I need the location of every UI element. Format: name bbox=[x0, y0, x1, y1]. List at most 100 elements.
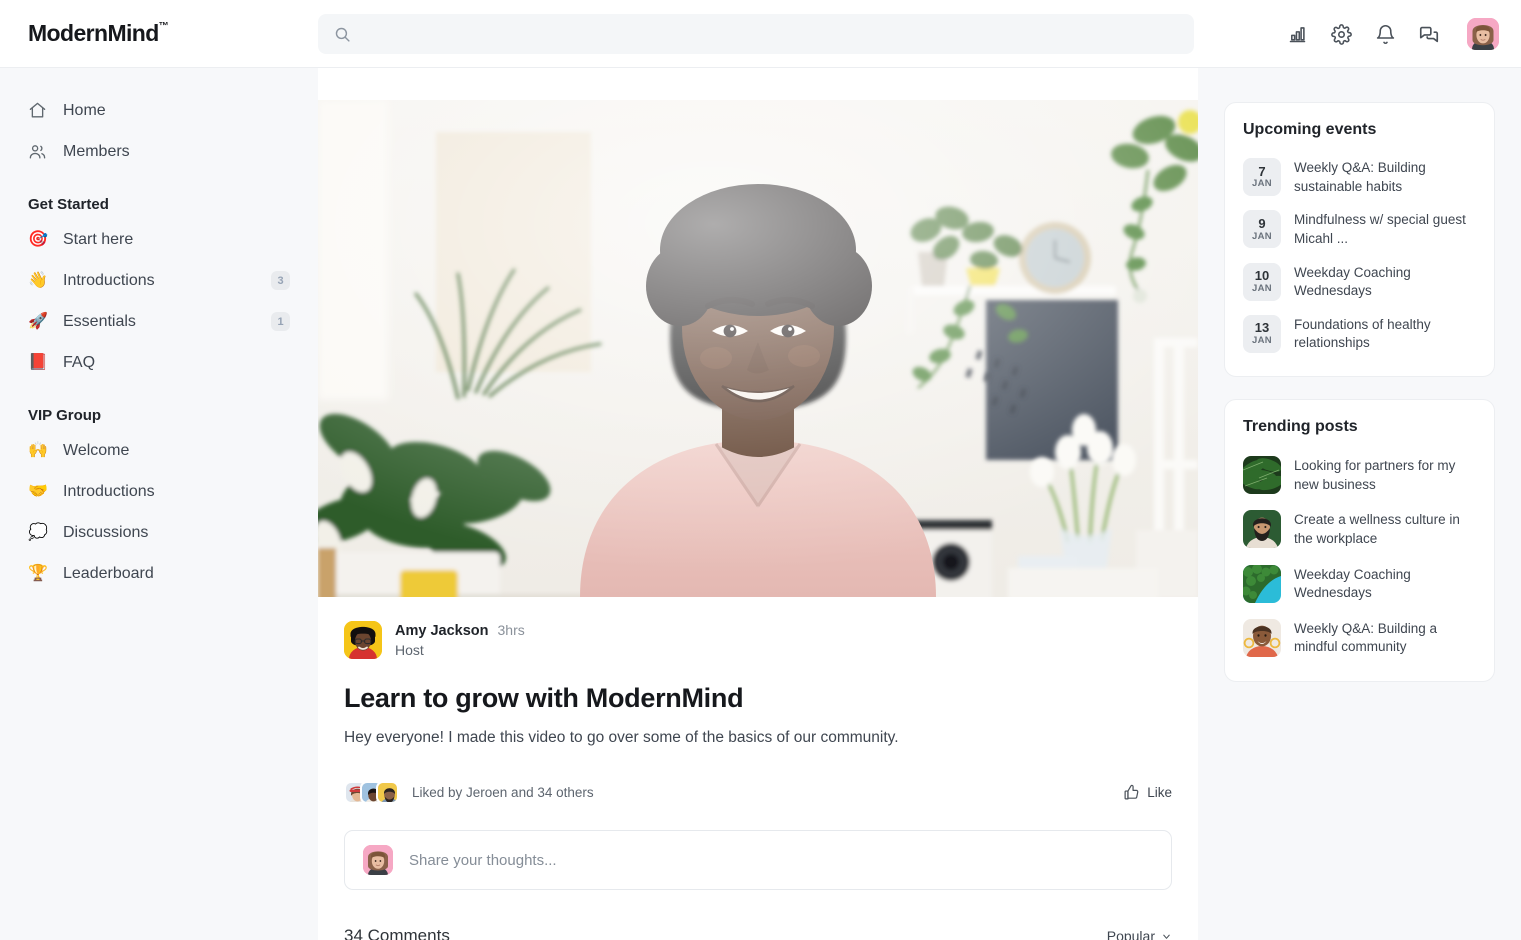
book-emoji-icon: 📕 bbox=[28, 353, 48, 371]
thought-balloon-emoji-icon: 💭 bbox=[28, 523, 48, 541]
sidebar-item-introductions[interactable]: 👋 Introductions 3 bbox=[0, 260, 318, 301]
comments-sort-label: Popular bbox=[1106, 928, 1155, 940]
event-date: 10 JAN bbox=[1243, 262, 1281, 301]
trending-item[interactable]: Weekly Q&A: Building a mindful community bbox=[1243, 611, 1476, 665]
author-avatar[interactable] bbox=[344, 621, 382, 659]
sidebar-item-discussions[interactable]: 💭 Discussions bbox=[0, 512, 318, 553]
sidebar-item-label: Home bbox=[63, 101, 106, 119]
post-text: Hey everyone! I made this video to go ov… bbox=[344, 729, 899, 746]
like-button[interactable]: Like bbox=[1123, 784, 1172, 801]
comments-sort-dropdown[interactable]: Popular bbox=[1107, 928, 1172, 940]
trophy-emoji-icon: 🏆 bbox=[28, 564, 48, 582]
trending-posts-card: Trending posts Looking for partners for … bbox=[1224, 399, 1495, 682]
event-date: 13 JAN bbox=[1243, 314, 1281, 353]
sidebar-item-label: Introductions bbox=[63, 482, 155, 500]
likes-text: Liked by Jeroen and 34 others bbox=[412, 785, 594, 801]
trending-posts-title: Trending posts bbox=[1243, 418, 1358, 435]
event-month: JAN bbox=[1252, 230, 1272, 242]
chevron-down-icon bbox=[1161, 931, 1172, 940]
sidebar-section-vip-group: VIP Group bbox=[28, 407, 102, 424]
event-item[interactable]: 7 JAN Weekly Q&A: Building sustainable h… bbox=[1243, 151, 1476, 203]
sidebar-section-get-started: Get Started bbox=[28, 196, 109, 213]
like-label: Like bbox=[1147, 785, 1172, 801]
event-item[interactable]: 10 JAN Weekday Coaching Wednesdays bbox=[1243, 256, 1476, 308]
event-title: Weekday Coaching Wednesdays bbox=[1294, 264, 1411, 299]
sidebar-item-start-here[interactable]: 🎯 Start here bbox=[0, 219, 318, 260]
avatar[interactable] bbox=[1467, 18, 1499, 50]
trending-title: Weekday Coaching Wednesdays bbox=[1294, 566, 1411, 601]
trending-item[interactable]: Create a wellness culture in the workpla… bbox=[1243, 502, 1476, 556]
event-item[interactable]: 9 JAN Mindfulness w/ special guest Micah… bbox=[1243, 203, 1476, 255]
sidebar-item-badge: 1 bbox=[271, 312, 290, 331]
event-month: JAN bbox=[1252, 282, 1272, 294]
analytics-icon[interactable] bbox=[1285, 22, 1309, 46]
comments-header: 34 Comments Popular bbox=[344, 926, 1172, 940]
event-month: JAN bbox=[1252, 335, 1272, 347]
thumbs-up-icon bbox=[1123, 784, 1140, 801]
event-date: 9 JAN bbox=[1243, 210, 1281, 249]
event-date: 7 JAN bbox=[1243, 158, 1281, 196]
post-timestamp: 3hrs bbox=[497, 622, 525, 638]
header-actions bbox=[1285, 0, 1499, 68]
event-title: Foundations of healthy relationships bbox=[1294, 316, 1431, 351]
wave-emoji-icon: 👋 bbox=[28, 271, 48, 289]
smiling-woman-thumb bbox=[1243, 618, 1281, 657]
video-frame bbox=[318, 100, 1198, 597]
target-emoji-icon: 🎯 bbox=[28, 230, 48, 248]
event-day: 7 bbox=[1258, 163, 1266, 179]
sidebar-item-home[interactable]: Home bbox=[0, 90, 318, 131]
trending-item[interactable]: Looking for partners for my new business bbox=[1243, 448, 1476, 502]
sidebar-item-essentials[interactable]: 🚀 Essentials 1 bbox=[0, 301, 318, 342]
event-day: 13 bbox=[1254, 320, 1270, 336]
messages-icon[interactable] bbox=[1417, 22, 1441, 46]
post-author: Amy Jackson 3hrs Host bbox=[344, 621, 1172, 659]
trending-title: Weekly Q&A: Building a mindful community bbox=[1294, 620, 1438, 655]
search-bar[interactable] bbox=[318, 14, 1194, 54]
event-title: Weekly Q&A: Building sustainable habits bbox=[1294, 160, 1426, 194]
sidebar-item-members[interactable]: Members bbox=[0, 131, 318, 172]
trending-title: Create a wellness culture in the workpla… bbox=[1294, 512, 1460, 546]
sidebar-item-vip-introductions[interactable]: 🤝 Introductions bbox=[0, 471, 318, 512]
comment-input[interactable] bbox=[409, 851, 1153, 869]
rocket-emoji-icon: 🚀 bbox=[28, 312, 48, 330]
app-logo[interactable]: ModernMind ™ bbox=[28, 20, 169, 47]
event-day: 9 bbox=[1258, 215, 1266, 231]
author-meta: Amy Jackson 3hrs Host bbox=[395, 622, 525, 658]
gear-icon[interactable] bbox=[1329, 22, 1353, 46]
event-item[interactable]: 13 JAN Foundations of healthy relationsh… bbox=[1243, 308, 1476, 360]
author-name[interactable]: Amy Jackson bbox=[395, 623, 489, 639]
aerial-forest-water-thumb bbox=[1243, 564, 1281, 603]
post-title: Learn to grow with ModernMind bbox=[344, 683, 744, 713]
likes-row: Liked by Jeroen and 34 others Like bbox=[344, 781, 1172, 805]
liker-avatar bbox=[376, 781, 399, 805]
sidebar-item-leaderboard[interactable]: 🏆 Leaderboard bbox=[0, 553, 318, 594]
sidebar: Home Members Get Started 🎯 Start here 👋 … bbox=[0, 68, 318, 940]
upcoming-events-title: Upcoming events bbox=[1243, 121, 1377, 138]
home-icon bbox=[28, 101, 52, 120]
comment-composer[interactable] bbox=[344, 830, 1172, 891]
trending-item[interactable]: Weekday Coaching Wednesdays bbox=[1243, 557, 1476, 611]
search-input[interactable] bbox=[361, 26, 1194, 42]
bell-icon[interactable] bbox=[1373, 22, 1397, 46]
post-video[interactable] bbox=[318, 100, 1198, 597]
trending-title: Looking for partners for my new business bbox=[1294, 458, 1456, 492]
sidebar-item-welcome[interactable]: 🙌 Welcome bbox=[0, 430, 318, 471]
sidebar-item-label: Introductions bbox=[63, 271, 155, 289]
sidebar-item-label: FAQ bbox=[63, 353, 96, 371]
sidebar-item-badge: 3 bbox=[271, 271, 290, 290]
current-user-avatar bbox=[363, 845, 393, 876]
author-role: Host bbox=[395, 642, 424, 658]
comments-count: 34 Comments bbox=[344, 926, 450, 940]
handshake-emoji-icon: 🤝 bbox=[28, 482, 48, 500]
main-content: Amy Jackson 3hrs Host Learn to grow with… bbox=[318, 68, 1198, 940]
upcoming-events-card: Upcoming events 7 JAN Weekly Q&A: Buildi… bbox=[1224, 102, 1495, 377]
liker-avatars[interactable] bbox=[344, 781, 399, 805]
event-month: JAN bbox=[1252, 178, 1272, 190]
sidebar-item-label: Members bbox=[63, 142, 130, 160]
app-header: ModernMind ™ bbox=[0, 0, 1521, 68]
event-day: 10 bbox=[1254, 268, 1270, 284]
sidebar-item-label: Start here bbox=[63, 230, 134, 248]
right-rail: Upcoming events 7 JAN Weekly Q&A: Buildi… bbox=[1198, 68, 1521, 940]
sidebar-item-faq[interactable]: 📕 FAQ bbox=[0, 342, 318, 383]
members-icon bbox=[28, 142, 52, 161]
